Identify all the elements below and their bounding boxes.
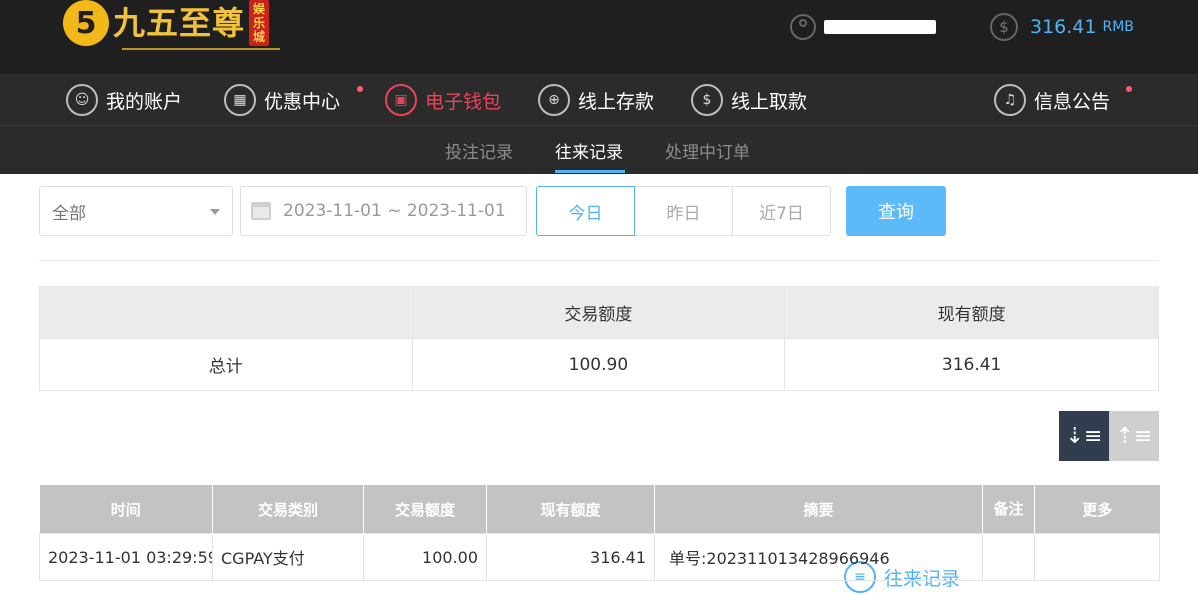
- chevron-down-icon: [210, 209, 220, 215]
- summary-table: 交易额度 现有额度 总计 100.90 316.41: [39, 286, 1159, 391]
- sub-nav: 投注记录 往来记录 处理中订单: [0, 126, 1198, 174]
- nav-label: 我的账户: [106, 90, 183, 113]
- logo-emblem: 5: [63, 0, 109, 46]
- col-amount: 交易额度: [363, 485, 487, 534]
- col-more: 更多: [1034, 485, 1160, 534]
- cell-summary: 单号:202311013428966946: [654, 533, 983, 581]
- col-type: 交易类别: [212, 485, 364, 534]
- user-icon: [790, 14, 816, 40]
- date-range-value: 2023-11-01 ~ 2023-11-01: [283, 201, 506, 221]
- bell-icon: ♫: [994, 84, 1026, 116]
- cell-balance: 316.41: [486, 533, 655, 581]
- username-redacted: [824, 20, 936, 34]
- balance-amount: 316.41: [1030, 16, 1097, 38]
- cell-type: CGPAY支付: [212, 533, 364, 581]
- cell-remark: [982, 533, 1035, 581]
- last-7-days-button[interactable]: 近7日: [732, 186, 831, 236]
- announcements-notification-dot: [1126, 86, 1132, 92]
- sort-ascending-icon[interactable]: ⇡≡: [1109, 411, 1159, 461]
- summary-amount-value: 100.90: [411, 338, 786, 391]
- quick-date-buttons: 今日 昨日 近7日: [536, 186, 831, 236]
- records-header-row: 时间 交易类别 交易额度 现有额度 摘要 备注 更多: [39, 485, 1160, 534]
- summary-balance-value: 316.41: [784, 338, 1159, 391]
- nav-label: 线上取款: [731, 90, 808, 113]
- cell-time: 2023-11-01 03:29:59: [39, 533, 213, 581]
- col-remark: 备注: [982, 485, 1035, 534]
- withdraw-icon: $: [691, 84, 723, 116]
- nav-online-deposit[interactable]: ⊕ 线上存款: [538, 82, 654, 118]
- nav-online-withdraw[interactable]: $ 线上取款: [691, 82, 807, 118]
- type-select[interactable]: 全部: [39, 186, 233, 236]
- summary-header-amount: 交易额度: [411, 286, 786, 339]
- col-balance: 现有额度: [486, 485, 655, 534]
- divider: [39, 260, 1159, 261]
- gift-icon: ▦: [224, 84, 256, 116]
- main-nav: ☺ 我的账户 ▦ 优惠中心 ▣ 电子钱包 ⊕ 线上存款 $ 线上取款 ≡ 往来记…: [0, 74, 1198, 593]
- tab-transaction-records[interactable]: 往来记录: [555, 138, 623, 163]
- sort-descending-icon[interactable]: ⇣≡: [1059, 411, 1109, 461]
- logo-subtitle: 娱乐城: [249, 0, 270, 46]
- wallet-icon: ▣: [385, 84, 417, 116]
- tab-bet-records[interactable]: 投注记录: [445, 138, 513, 163]
- user-icon: ☺: [66, 84, 98, 116]
- tab-pending-orders[interactable]: 处理中订单: [665, 138, 750, 163]
- logo-ornament: [122, 48, 280, 50]
- nav-label: 优惠中心: [264, 90, 341, 113]
- calendar-icon: [251, 202, 271, 220]
- col-summary: 摘要: [654, 485, 983, 534]
- cell-more[interactable]: [1034, 533, 1160, 581]
- active-tab-indicator: [555, 170, 625, 173]
- summary-row-label: 总计: [39, 338, 413, 391]
- nav-label: 线上存款: [578, 90, 655, 113]
- brand-logo[interactable]: 5 九五至尊 娱乐城: [63, 0, 270, 60]
- date-range-input[interactable]: 2023-11-01 ~ 2023-11-01: [240, 186, 527, 236]
- balance-display: $ 316.41 RMB: [990, 12, 1134, 42]
- records-table: 时间 交易类别 交易额度 现有额度 摘要 备注 更多 2023-11-01 03…: [39, 485, 1160, 581]
- balance-unit: RMB: [1102, 19, 1134, 35]
- dollar-icon: $: [990, 13, 1018, 41]
- nav-e-wallet[interactable]: ▣ 电子钱包: [385, 82, 501, 118]
- nav-promotions[interactable]: ▦ 优惠中心: [224, 82, 340, 118]
- nav-my-account[interactable]: ☺ 我的账户: [66, 82, 182, 118]
- query-button[interactable]: 查询: [846, 186, 946, 236]
- promotions-notification-dot: [357, 86, 363, 92]
- today-button[interactable]: 今日: [536, 186, 635, 236]
- col-time: 时间: [39, 485, 213, 534]
- nav-label: 信息公告: [1034, 90, 1111, 113]
- logo-text: 九五至尊: [113, 4, 246, 42]
- yesterday-button[interactable]: 昨日: [634, 186, 733, 236]
- summary-header-empty: [39, 286, 413, 339]
- user-account[interactable]: [790, 12, 936, 42]
- top-bar: 5 九五至尊 娱乐城 $ 316.41 RMB: [0, 0, 1198, 74]
- summary-header-balance: 现有额度: [784, 286, 1159, 339]
- table-row: 2023-11-01 03:29:59 CGPAY支付 100.00 316.4…: [39, 533, 1160, 581]
- nav-announcements[interactable]: ♫ 信息公告: [994, 82, 1110, 118]
- cell-amount: 100.00: [363, 533, 487, 581]
- nav-label: 电子钱包: [425, 90, 502, 113]
- type-select-value: 全部: [52, 203, 86, 224]
- deposit-icon: ⊕: [538, 84, 570, 116]
